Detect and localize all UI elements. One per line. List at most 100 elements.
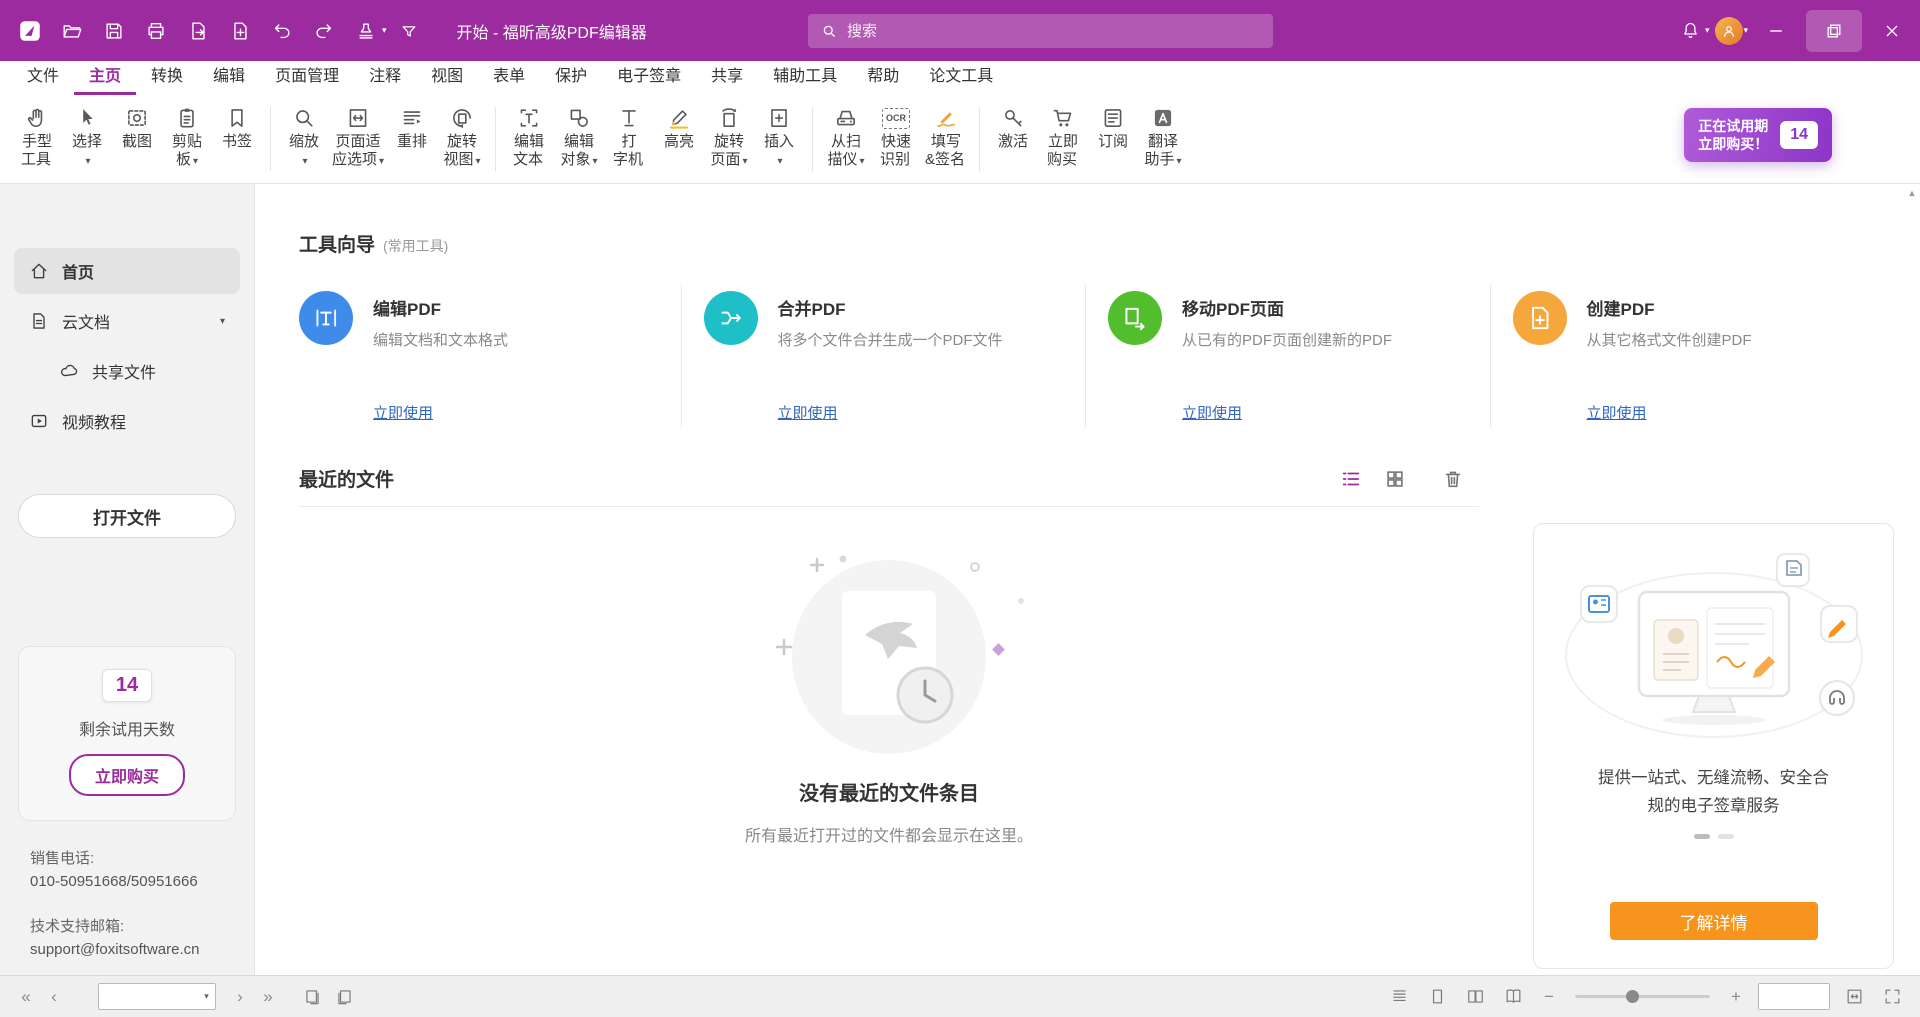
carousel-dot[interactable] — [1718, 834, 1734, 839]
buy-now-button[interactable]: 立即 购买 — [1038, 101, 1088, 173]
zoom-level-box[interactable] — [1758, 983, 1830, 1010]
grid-view-icon[interactable] — [1383, 467, 1407, 491]
menu-protect[interactable]: 保护 — [540, 61, 602, 95]
last-page-icon[interactable]: » — [256, 984, 280, 1010]
undo-icon[interactable] — [262, 11, 302, 51]
menu-help[interactable]: 帮助 — [852, 61, 914, 95]
snapshot-button[interactable]: 截图 — [112, 101, 162, 173]
search-input[interactable] — [847, 23, 1261, 40]
prev-view-icon[interactable] — [298, 984, 326, 1010]
minimize-button[interactable] — [1748, 0, 1804, 61]
menu-share[interactable]: 共享 — [696, 61, 758, 95]
use-now-link[interactable]: 立即使用 — [373, 402, 433, 423]
rotate-view-button[interactable]: 旋转 视图▾ — [437, 101, 487, 173]
create-pdf-icon[interactable] — [220, 11, 260, 51]
bookmark-button[interactable]: 书签 — [212, 101, 262, 173]
sidebar-item-cloud-docs[interactable]: 云文档 ▾ — [14, 298, 240, 344]
search-box[interactable] — [808, 14, 1273, 48]
prev-page-icon[interactable]: ‹ — [42, 984, 66, 1010]
tool-card-edit-pdf[interactable]: 编辑PDF 编辑文档和文本格式 立即使用 — [299, 281, 681, 431]
trial-buy-badge[interactable]: 正在试用期 立即购买！ 14 — [1684, 108, 1832, 162]
zoom-button[interactable]: 缩放 ▾ — [279, 101, 329, 173]
tool-card-create-pdf[interactable]: 创建PDF 从其它格式文件创建PDF 立即使用 — [1491, 281, 1895, 431]
zoom-slider[interactable] — [1575, 995, 1710, 998]
sidebar-item-shared-files[interactable]: 共享文件 — [44, 348, 240, 394]
next-page-icon[interactable]: › — [228, 984, 252, 1010]
sidebar-item-video-tutorials[interactable]: 视频教程 — [14, 398, 240, 444]
tool-card-move-pages[interactable]: 移动PDF页面 从已有的PDF页面创建新的PDF 立即使用 — [1086, 281, 1490, 431]
rotate-pages-button[interactable]: 旋转 页面▾ — [704, 101, 754, 173]
first-page-icon[interactable]: « — [14, 984, 38, 1010]
trial-days-box: 14 — [102, 669, 152, 702]
menu-home[interactable]: 主页 — [74, 61, 136, 95]
menu-paper-tools[interactable]: 论文工具 — [914, 61, 1008, 95]
close-button[interactable] — [1864, 0, 1920, 61]
page-number-input[interactable] — [99, 989, 198, 1005]
redo-icon[interactable] — [304, 11, 344, 51]
highlight-button[interactable]: 高亮 — [654, 101, 704, 173]
page-number-box[interactable]: ▾ — [98, 983, 216, 1010]
menu-view[interactable]: 视图 — [416, 61, 478, 95]
single-page-view-icon[interactable] — [1423, 984, 1451, 1010]
menu-form[interactable]: 表单 — [478, 61, 540, 95]
stamp-dropdown-icon[interactable]: ▾ — [382, 25, 387, 36]
fill-sign-button[interactable]: 填写 &签名 — [921, 101, 971, 173]
fit-page-view-icon[interactable] — [1840, 984, 1868, 1010]
export-pdf-icon[interactable] — [178, 11, 218, 51]
activate-button[interactable]: 激活 — [988, 101, 1038, 173]
menu-edit[interactable]: 编辑 — [198, 61, 260, 95]
translate-assistant-button[interactable]: 翻译 助手▾ — [1138, 101, 1188, 173]
print-icon[interactable] — [136, 11, 176, 51]
menu-comment[interactable]: 注释 — [354, 61, 416, 95]
insert-button[interactable]: 插入 ▾ — [754, 101, 804, 173]
video-icon — [29, 411, 49, 431]
hand-tool-button[interactable]: 手型 工具 — [12, 101, 62, 173]
zoom-in-icon[interactable]: + — [1724, 984, 1748, 1010]
save-icon[interactable] — [94, 11, 134, 51]
scrollbar-up-arrow-icon[interactable]: ▲ — [1908, 186, 1917, 975]
more-tools-icon[interactable] — [389, 11, 429, 51]
restore-button[interactable] — [1806, 10, 1862, 52]
clipboard-button[interactable]: 剪贴 板▾ — [162, 101, 212, 173]
support-email-address[interactable]: support@foxitsoftware.cn — [30, 938, 254, 961]
menu-esign[interactable]: 电子签章 — [602, 61, 696, 95]
buy-now-pill-button[interactable]: 立即购买 — [69, 754, 185, 796]
use-now-link[interactable]: 立即使用 — [778, 402, 838, 423]
sidebar-item-home[interactable]: 首页 — [14, 248, 240, 294]
fullscreen-icon[interactable] — [1878, 984, 1906, 1010]
next-view-icon[interactable] — [330, 984, 358, 1010]
use-now-link[interactable]: 立即使用 — [1587, 402, 1647, 423]
carousel-dots[interactable] — [1694, 834, 1734, 839]
reflow-button[interactable]: 重排 — [387, 101, 437, 173]
from-scanner-button[interactable]: 从扫 描仪▾ — [821, 101, 871, 173]
menu-accessibility[interactable]: 辅助工具 — [758, 61, 852, 95]
learn-more-button[interactable]: 了解详情 — [1610, 902, 1818, 940]
page-dropdown-icon[interactable]: ▾ — [198, 991, 215, 1002]
menu-file[interactable]: 文件 — [12, 61, 74, 95]
zoom-out-icon[interactable]: − — [1537, 984, 1561, 1010]
cloud-docs-dropdown-icon[interactable]: ▾ — [220, 316, 225, 327]
open-file-button[interactable]: 打开文件 — [18, 494, 236, 538]
clear-recent-trash-icon[interactable] — [1441, 467, 1465, 491]
use-now-link[interactable]: 立即使用 — [1182, 402, 1242, 423]
content-scrollbar[interactable]: ▲ — [1905, 186, 1919, 975]
edit-text-button[interactable]: 编辑 文本 — [504, 101, 554, 173]
menu-convert[interactable]: 转换 — [136, 61, 198, 95]
menu-page-manage[interactable]: 页面管理 — [260, 61, 354, 95]
tool-card-merge-pdf[interactable]: 合并PDF 将多个文件合并生成一个PDF文件 立即使用 — [682, 281, 1086, 431]
edit-object-button[interactable]: 编辑 对象▾ — [554, 101, 604, 173]
facing-pages-view-icon[interactable] — [1461, 984, 1489, 1010]
select-button[interactable]: 选择 ▾ — [62, 101, 112, 173]
open-file-icon[interactable] — [52, 11, 92, 51]
stamp-tool-icon[interactable] — [346, 11, 386, 51]
book-view-icon[interactable] — [1499, 984, 1527, 1010]
zoom-level-input[interactable] — [1759, 984, 1829, 1009]
list-view-icon[interactable] — [1339, 467, 1363, 491]
zoom-slider-thumb[interactable] — [1626, 990, 1639, 1003]
subscribe-button[interactable]: 订阅 — [1088, 101, 1138, 173]
carousel-dot-active[interactable] — [1694, 834, 1710, 839]
fit-page-button[interactable]: 页面适 应选项▾ — [329, 101, 387, 173]
quick-ocr-button[interactable]: OCR 快速 识别 — [871, 101, 921, 173]
typewriter-button[interactable]: 打 字机 — [604, 101, 654, 173]
continuous-scroll-view-icon[interactable] — [1385, 984, 1413, 1010]
